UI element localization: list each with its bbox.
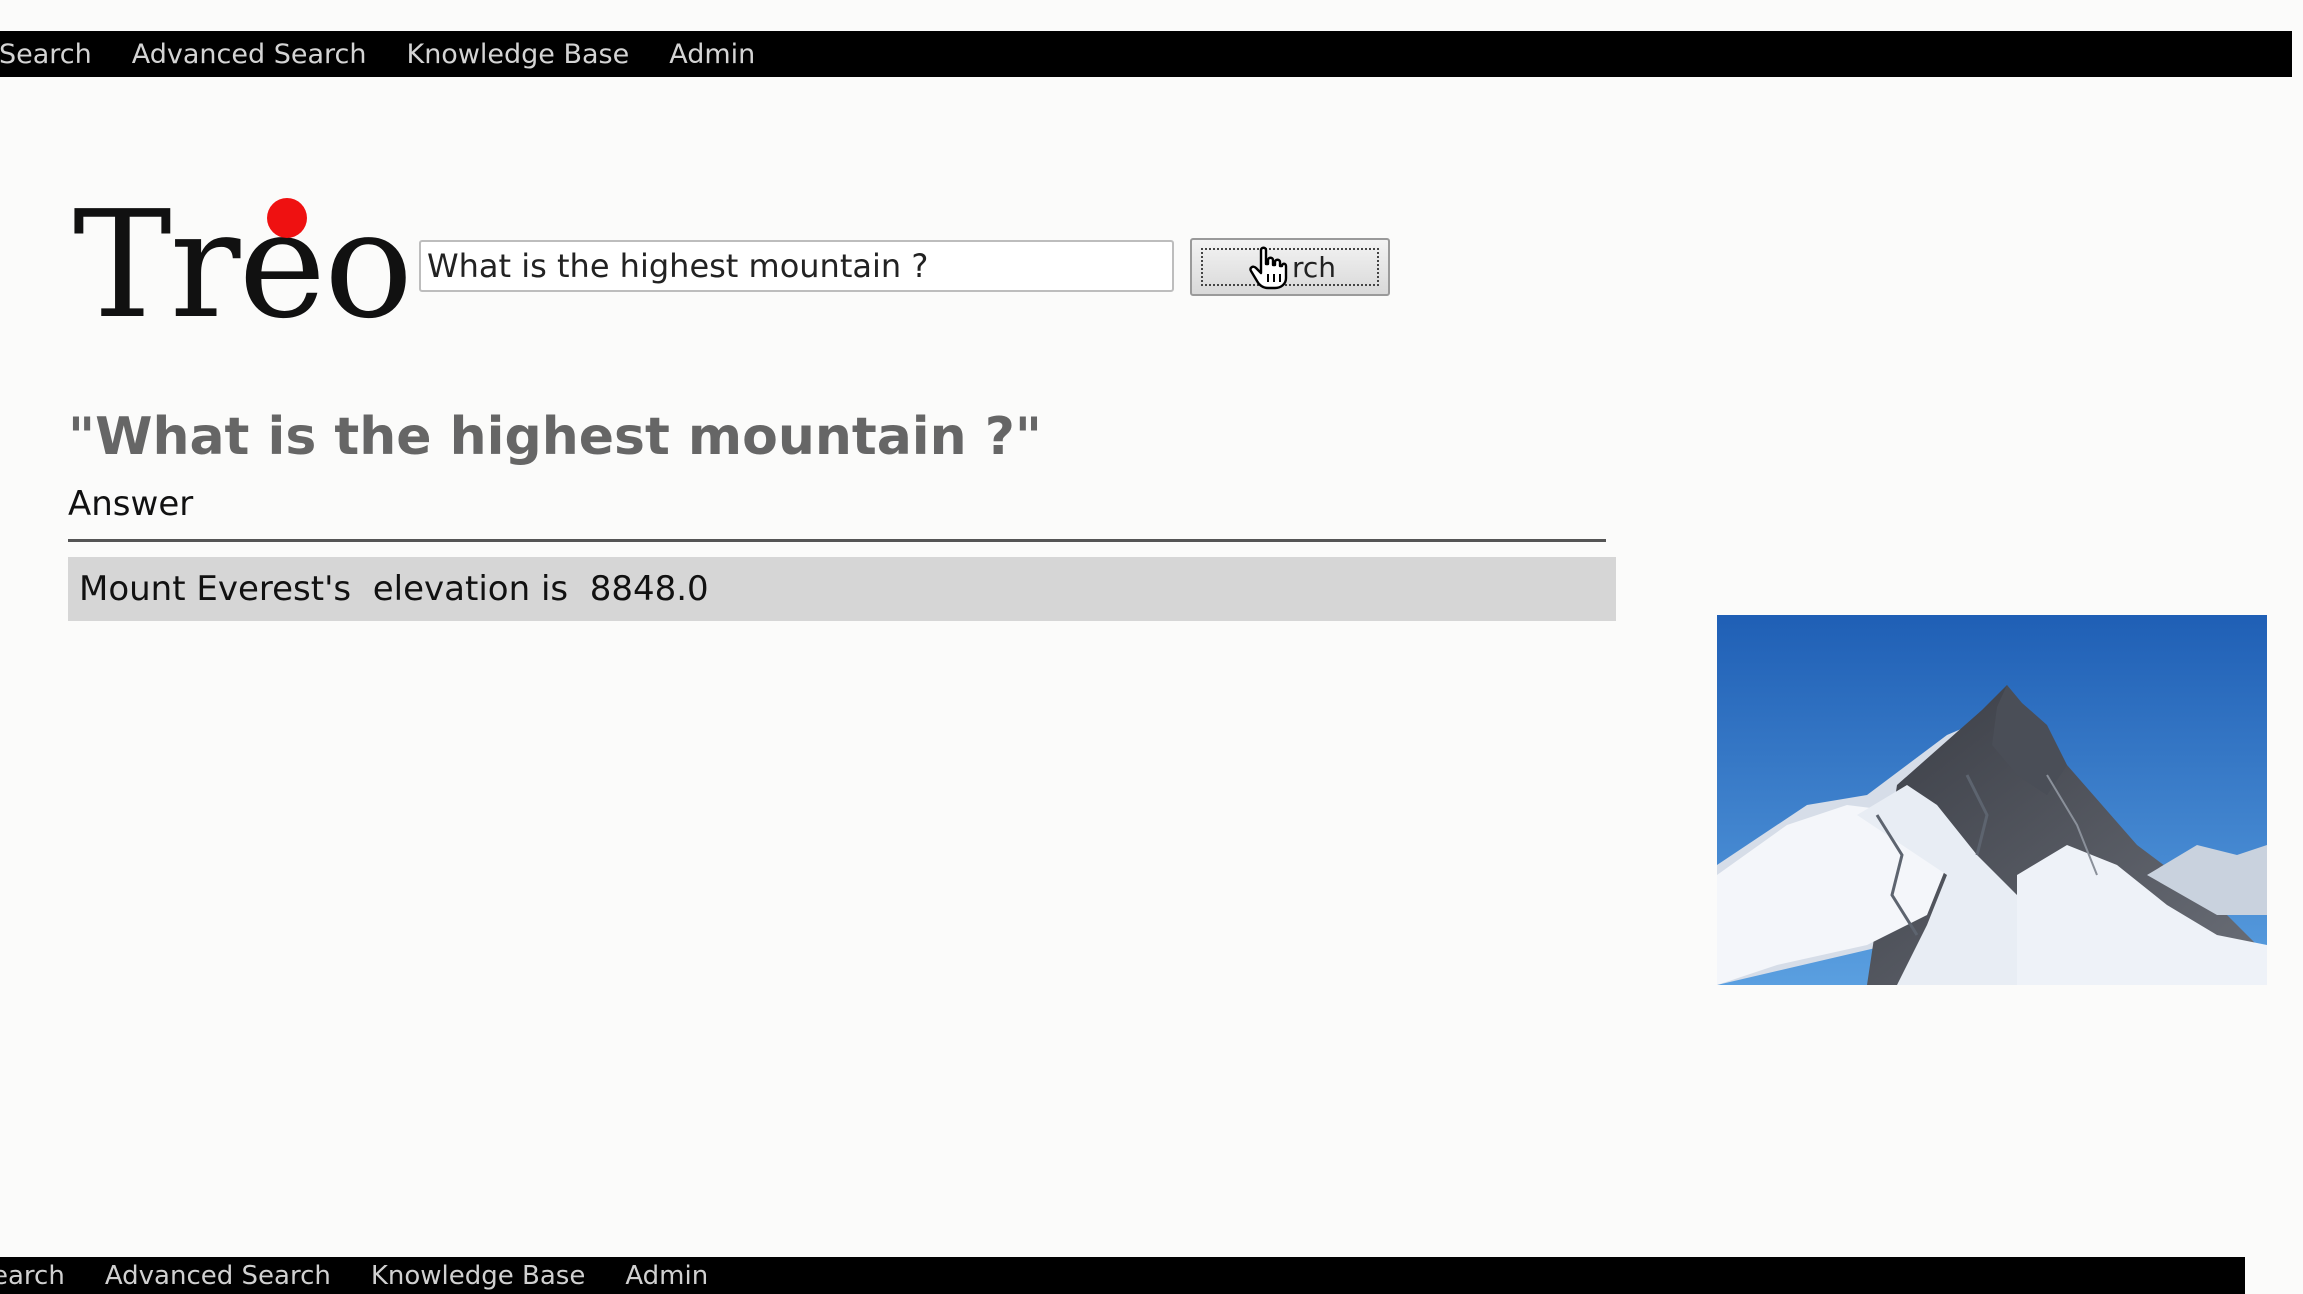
- answer-text: Mount Everest's elevation is 8848.0: [79, 569, 709, 609]
- answer-divider: [68, 539, 1606, 542]
- answer-box: Mount Everest's elevation is 8848.0: [68, 557, 1616, 621]
- nav-admin-link[interactable]: Admin: [669, 39, 755, 70]
- bottom-nav-search-link[interactable]: earch: [0, 1261, 65, 1291]
- bottom-nav-admin-link[interactable]: Admin: [625, 1261, 708, 1291]
- bottom-nav-bar: earch Advanced Search Knowledge Base Adm…: [0, 1257, 2245, 1294]
- top-nav-bar: Search Advanced Search Knowledge Base Ad…: [0, 31, 2292, 77]
- search-input[interactable]: [419, 240, 1174, 292]
- nav-knowledge-base-link[interactable]: Knowledge Base: [406, 39, 629, 70]
- logo-dot: [267, 198, 307, 238]
- search-button[interactable]: rch: [1190, 238, 1390, 296]
- bottom-nav-knowledge-base-link[interactable]: Knowledge Base: [371, 1261, 586, 1291]
- treo-logo: Treo: [73, 179, 413, 351]
- nav-search-link[interactable]: Search: [0, 39, 92, 70]
- mountain-everest-photo: [1717, 615, 2267, 985]
- button-focus-ring: [1201, 248, 1379, 286]
- nav-advanced-search-link[interactable]: Advanced Search: [132, 39, 367, 70]
- answer-label: Answer: [68, 484, 194, 524]
- question-heading: "What is the highest mountain ?": [68, 407, 1043, 467]
- logo-text: Treo: [73, 179, 413, 351]
- hand-pointer-icon: [1249, 246, 1288, 290]
- bottom-nav-advanced-search-link[interactable]: Advanced Search: [105, 1261, 331, 1291]
